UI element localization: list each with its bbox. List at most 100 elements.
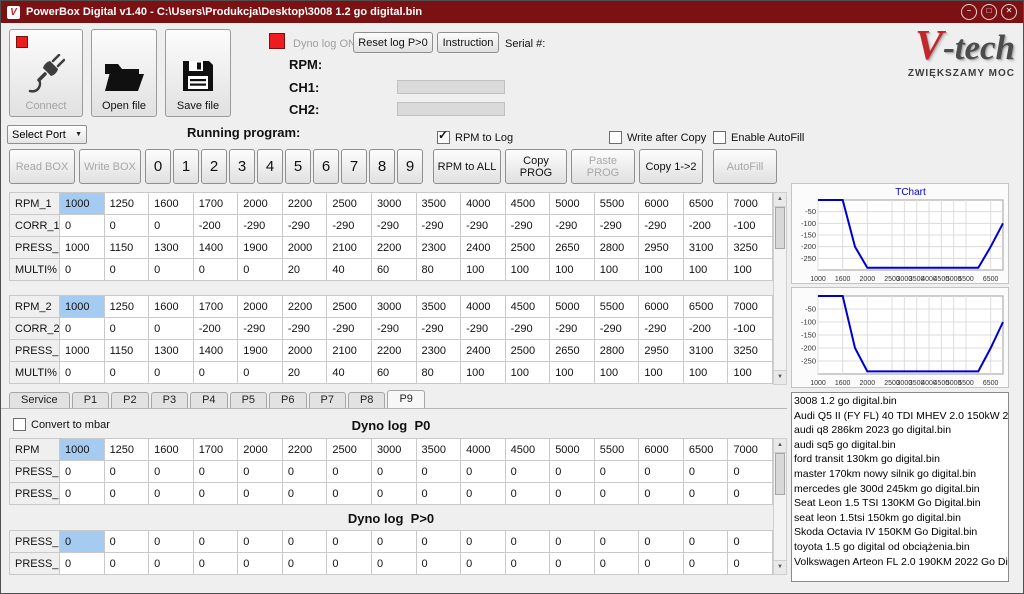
table-cell[interactable]: 1000 <box>59 236 105 259</box>
table-cell[interactable]: 0 <box>237 552 283 575</box>
save-file-button[interactable]: Save file <box>165 29 231 117</box>
table-cell[interactable]: -290 <box>460 214 506 237</box>
table-cell[interactable]: 100 <box>504 361 551 384</box>
tab-p6[interactable]: P6 <box>269 392 307 408</box>
table-cell[interactable]: 0 <box>460 552 506 575</box>
table-cell[interactable]: 0 <box>504 530 551 553</box>
table-cell[interactable]: 0 <box>593 552 640 575</box>
table-cell[interactable]: 2950 <box>638 236 684 259</box>
table-cell[interactable]: 0 <box>504 460 551 483</box>
table-cell[interactable]: 2100 <box>326 236 372 259</box>
table-cell[interactable]: 100 <box>638 258 684 281</box>
table-cell[interactable]: 3000 <box>370 192 417 215</box>
table-cell[interactable]: 0 <box>593 530 640 553</box>
table-cell[interactable]: 5500 <box>593 438 640 461</box>
table-cell[interactable]: 3000 <box>370 438 417 461</box>
table-cell[interactable]: 100 <box>638 361 684 384</box>
table-cell[interactable]: 4500 <box>504 295 551 318</box>
file-list-item[interactable]: 3008 1.2 go digital.bin <box>794 394 1008 409</box>
table-cell[interactable]: 1150 <box>103 339 150 362</box>
table-cell[interactable]: 1000 <box>59 295 105 318</box>
table-cell[interactable]: 80 <box>415 258 462 281</box>
table-cell[interactable]: 0 <box>549 552 595 575</box>
table-cell[interactable]: 2950 <box>638 339 684 362</box>
table-cell[interactable]: 0 <box>638 530 684 553</box>
table-cell[interactable]: 0 <box>326 460 372 483</box>
table-cell[interactable]: 0 <box>59 258 105 281</box>
table-cell[interactable]: -290 <box>415 214 462 237</box>
program-0-button[interactable]: 0 <box>145 149 171 184</box>
table-cell[interactable]: -200 <box>192 214 239 237</box>
table-cell[interactable]: 2300 <box>415 236 462 259</box>
table-cell[interactable]: 2100 <box>326 339 372 362</box>
table-cell[interactable]: 1300 <box>148 236 194 259</box>
table-cell[interactable]: 100 <box>460 258 506 281</box>
file-list-item[interactable]: Volkswagen Arteon FL 2.0 190KM 2022 Go D… <box>794 555 1008 570</box>
table-cell[interactable]: 0 <box>370 530 417 553</box>
table-cell[interactable]: 2400 <box>460 339 506 362</box>
table-cell[interactable]: -290 <box>460 317 506 340</box>
rpm-to-log-checkbox[interactable]: RPM to Log <box>437 128 513 144</box>
table-cell[interactable]: 2650 <box>549 236 595 259</box>
table-cell[interactable]: 0 <box>192 482 239 505</box>
table-cell[interactable]: 2800 <box>593 339 640 362</box>
table-cell[interactable]: 2000 <box>237 295 283 318</box>
table-cell[interactable]: 4500 <box>504 438 551 461</box>
tab-p4[interactable]: P4 <box>190 392 228 408</box>
table-cell[interactable]: 0 <box>504 552 551 575</box>
table-cell[interactable]: 100 <box>682 258 729 281</box>
table-cell[interactable]: 2650 <box>549 339 595 362</box>
table-cell[interactable]: 40 <box>326 361 372 384</box>
table-cell[interactable]: 0 <box>638 482 684 505</box>
instruction-button[interactable]: Instruction <box>437 32 499 53</box>
table-cell[interactable]: 1250 <box>103 438 150 461</box>
table-cell[interactable]: 0 <box>148 317 194 340</box>
table-cell[interactable]: 0 <box>682 530 729 553</box>
table-cell[interactable]: 0 <box>370 482 417 505</box>
scroll-down-icon[interactable]: ▼ <box>774 560 786 574</box>
scrollbar-thumb[interactable] <box>775 207 785 249</box>
table-cell[interactable]: 20 <box>281 361 328 384</box>
table-cell[interactable]: 1250 <box>103 192 150 215</box>
table-cell[interactable]: 0 <box>103 317 150 340</box>
table-cell[interactable]: 2200 <box>370 339 417 362</box>
table-cell[interactable]: 0 <box>504 482 551 505</box>
connect-button[interactable]: Connect <box>9 29 83 117</box>
table-cell[interactable]: 0 <box>326 530 372 553</box>
table-cell[interactable]: 100 <box>682 361 729 384</box>
table-cell[interactable]: -290 <box>504 317 551 340</box>
file-list-item[interactable]: audi sq5 go digital.bin <box>794 438 1008 453</box>
table-cell[interactable]: 60 <box>370 258 417 281</box>
table-cell[interactable]: -290 <box>593 214 640 237</box>
table-cell[interactable]: -290 <box>281 317 328 340</box>
table-cell[interactable]: 5000 <box>549 192 595 215</box>
file-list-item[interactable]: Seat Leon 1.5 TSI 130KM Go Digital.bin <box>794 496 1008 511</box>
tab-p7[interactable]: P7 <box>308 392 346 408</box>
table-cell[interactable]: 0 <box>59 460 105 483</box>
table-cell[interactable]: 0 <box>148 361 194 384</box>
write-after-copy-checkbox[interactable]: Write after Copy <box>609 131 706 144</box>
copy-1-to-2-button[interactable]: Copy 1->2 <box>639 149 703 184</box>
table-cell[interactable]: 1300 <box>148 339 194 362</box>
table-cell[interactable]: 1400 <box>192 236 239 259</box>
table-cell[interactable]: 100 <box>593 361 640 384</box>
paste-prog-button[interactable]: Paste PROG <box>571 149 635 184</box>
tab-service[interactable]: Service <box>9 392 70 408</box>
table-cell[interactable]: 0 <box>59 317 105 340</box>
tab-p8[interactable]: P8 <box>347 392 386 408</box>
table-cell[interactable]: 0 <box>103 258 150 281</box>
table-cell[interactable]: 6000 <box>638 295 684 318</box>
table-cell[interactable]: 0 <box>59 530 105 553</box>
table-cell[interactable]: 20 <box>281 258 328 281</box>
table-cell[interactable]: 0 <box>148 482 194 505</box>
enable-autofill-checkbox[interactable]: Enable AutoFill <box>713 131 804 144</box>
table-cell[interactable]: -100 <box>727 214 773 237</box>
file-list-item[interactable]: audi q8 286km 2023 go digital.bin <box>794 423 1008 438</box>
file-list-item[interactable]: mercedes gle 300d 245km go digital.bin <box>794 482 1008 497</box>
table-cell[interactable]: 0 <box>103 530 150 553</box>
table-cell[interactable]: -290 <box>638 214 684 237</box>
table-cell[interactable]: 0 <box>237 530 283 553</box>
table-cell[interactable]: -290 <box>237 214 283 237</box>
table-cell[interactable]: 0 <box>460 460 506 483</box>
table-cell[interactable]: 0 <box>460 482 506 505</box>
